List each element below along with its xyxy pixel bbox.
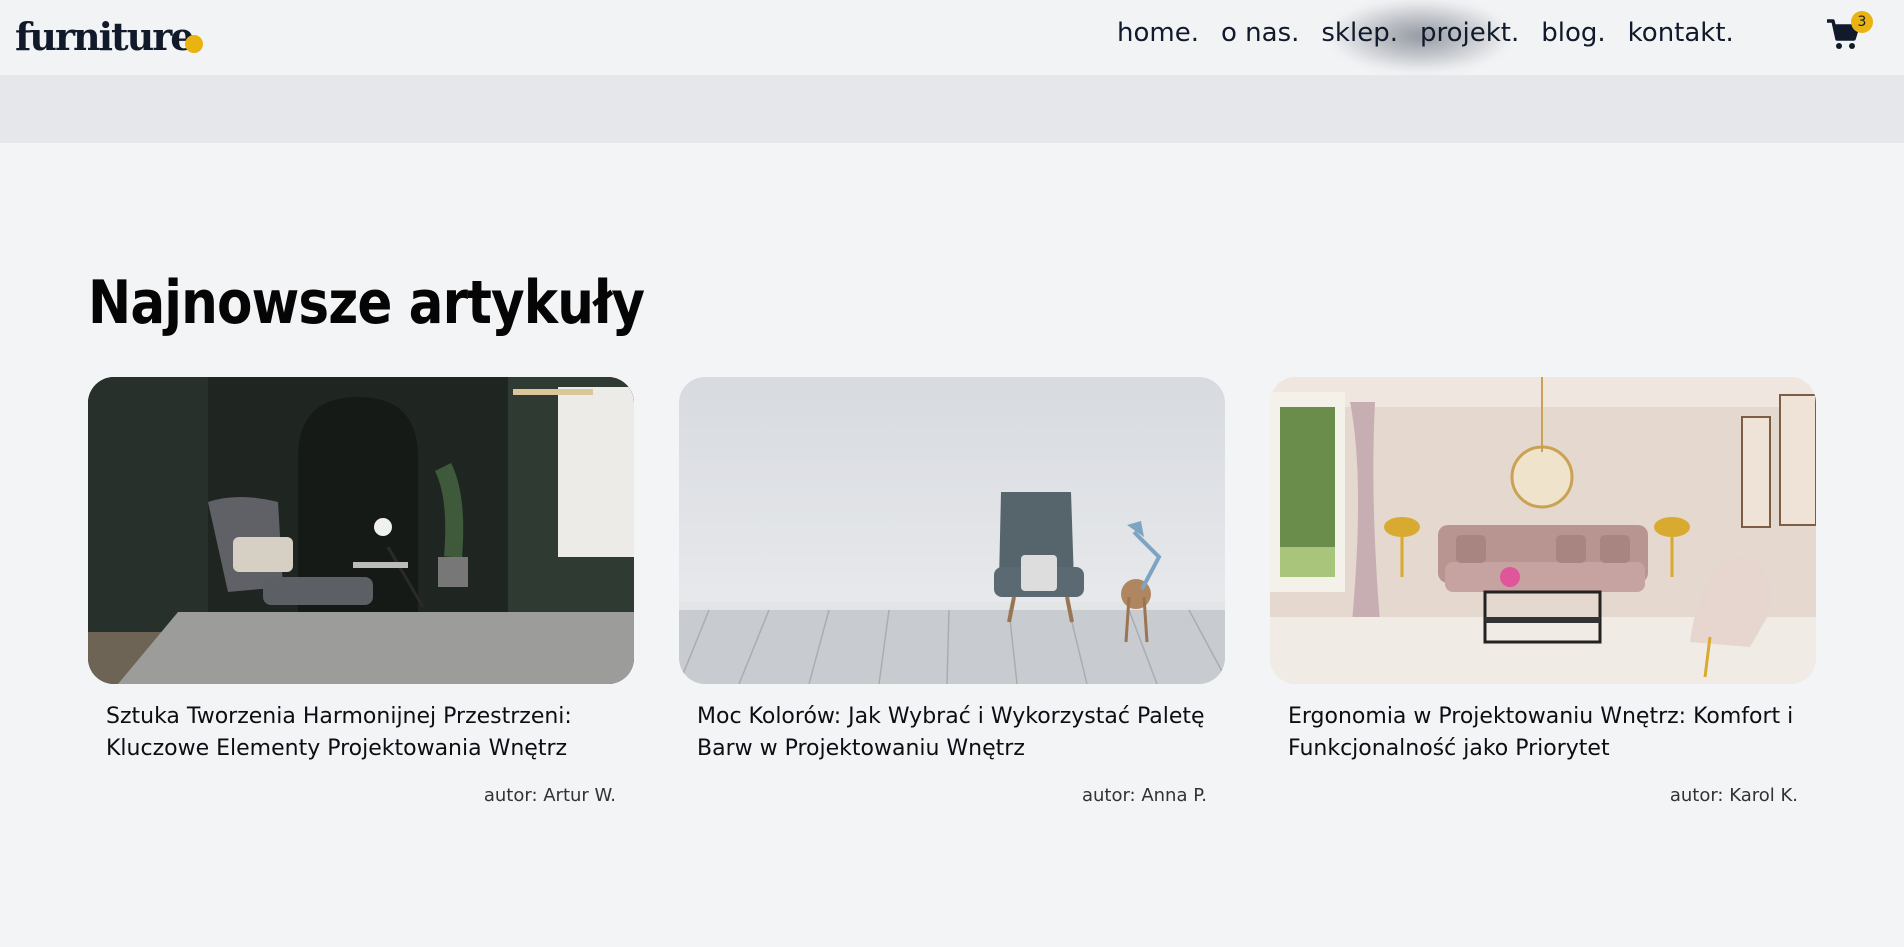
nav-project[interactable]: projekt. [1420,14,1519,54]
site-header: furniture home. o nas. sklep. projekt. b… [0,0,1904,75]
main-nav: home. o nas. sklep. projekt. blog. konta… [1117,14,1756,54]
article-image[interactable] [88,377,634,684]
pink-living-room-illustration [1270,377,1816,684]
article-card[interactable]: Ergonomia w Projektowaniu Wnętrz: Komfor… [1270,377,1816,817]
article-card[interactable]: Moc Kolorów: Jak Wybrać i Wykorzystać Pa… [679,377,1225,817]
section-title: Najnowsze artykuły [88,268,645,338]
nav-shop[interactable]: sklep. [1321,14,1398,54]
grey-chair-room-illustration [679,377,1225,684]
nav-about[interactable]: o nas. [1221,14,1299,54]
site-logo[interactable]: furniture [15,14,194,59]
cart-count-badge: 3 [1851,11,1873,33]
article-author: autor: Artur W. [483,785,616,806]
logo-dot [185,35,203,53]
header-band [0,75,1904,143]
article-title[interactable]: Moc Kolorów: Jak Wybrać i Wykorzystać Pa… [697,701,1217,765]
cart-button[interactable]: 3 [1826,11,1873,53]
armchair-room-illustration [88,377,634,684]
article-card[interactable]: Sztuka Tworzenia Harmonijnej Przestrzeni… [88,377,634,817]
article-title[interactable]: Sztuka Tworzenia Harmonijnej Przestrzeni… [106,701,626,765]
article-author: autor: Karol K. [1669,785,1798,806]
article-author: autor: Anna P. [1081,785,1207,806]
nav-contact[interactable]: kontakt. [1628,14,1734,54]
article-image[interactable] [1270,377,1816,684]
nav-home[interactable]: home. [1117,14,1199,54]
nav-blog[interactable]: blog. [1541,14,1605,54]
article-image[interactable] [679,377,1225,684]
article-title[interactable]: Ergonomia w Projektowaniu Wnętrz: Komfor… [1288,701,1808,765]
